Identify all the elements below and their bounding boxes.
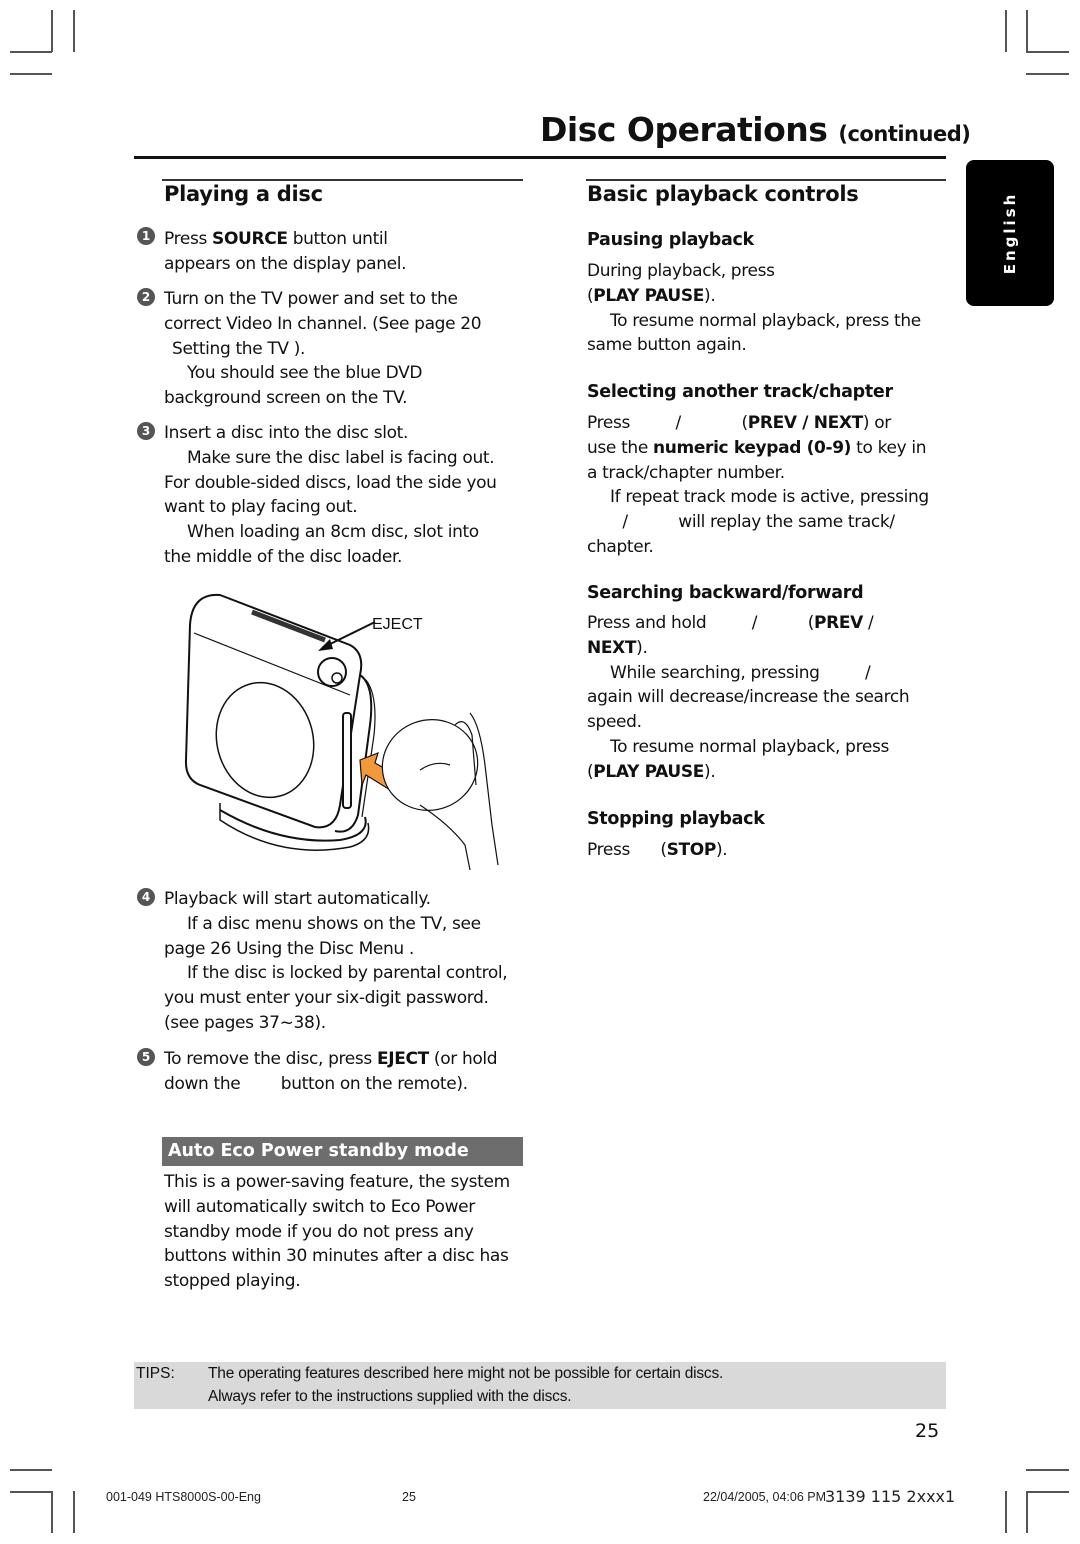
- step-line: (see pages 37~38).: [164, 1012, 326, 1033]
- subheading-stopping: Stopping playback: [587, 809, 765, 829]
- step-line: the middle of the disc loader.: [164, 546, 403, 567]
- section-divider: [162, 179, 523, 181]
- step-line: correct Video In channel. (See page 20: [164, 313, 482, 334]
- step-line: Make sure the disc label is facing out.: [187, 447, 495, 468]
- step-number-3: 3: [137, 422, 155, 440]
- step-line: you must enter your six-digit password.: [164, 988, 489, 1009]
- step-line: For double-sided discs, load the side yo…: [164, 472, 497, 493]
- language-tab-label: English: [1001, 191, 1019, 275]
- step-line: background screen on the TV.: [164, 388, 408, 409]
- tips-box: TIPS: The operating features described h…: [134, 1362, 946, 1409]
- footer-datetime: 22/04/2005, 04:06 PM: [703, 1490, 827, 1504]
- step-line: want to play facing out.: [164, 497, 358, 518]
- page-number: 25: [915, 1420, 940, 1442]
- stopping-text: Press (STOP).: [587, 840, 728, 860]
- footer-code: 3139 115 2xxx1: [825, 1487, 956, 1506]
- step-line: Insert a disc into the disc slot.: [164, 423, 408, 443]
- language-tab: English: [966, 160, 1054, 306]
- tips-line: The operating features described here mi…: [208, 1365, 724, 1382]
- title-divider: [134, 156, 946, 159]
- selecting-track-text: Press / (PREV / NEXT) or use the numeric…: [587, 413, 929, 557]
- step-number-1: 1: [137, 227, 155, 245]
- step-line: Setting the TV ).: [172, 338, 306, 359]
- page-title-main: Disc Operations: [540, 110, 828, 149]
- eco-mode-text: This is a power-saving feature, the syst…: [164, 1172, 510, 1292]
- hand-icon: [469, 712, 499, 866]
- pausing-text: During playback, press (PLAY PAUSE). To …: [587, 261, 921, 356]
- section-heading-basic-playback: Basic playback controls: [587, 182, 859, 206]
- searching-text: Press and hold / (PREV / NEXT). While se…: [587, 613, 910, 782]
- step-line: appears on the display panel.: [164, 253, 407, 274]
- footer-file: 001-049 HTS8000S-00-Eng: [106, 1490, 261, 1504]
- step-line: Turn on the TV power and set to the: [164, 289, 458, 309]
- step-line: page 26 Using the Disc Menu .: [164, 938, 414, 959]
- eject-button: [317, 657, 347, 687]
- step-line: To remove the disc, press EJECT (or hold: [164, 1049, 498, 1069]
- footer-page: 25: [402, 1490, 416, 1504]
- step-line: Press SOURCE button until: [164, 229, 388, 249]
- step-number-2: 2: [137, 288, 155, 306]
- step-line: Playback will start automatically.: [164, 889, 431, 909]
- step-line: If the disc is locked by parental contro…: [187, 963, 508, 984]
- section-divider: [586, 179, 946, 181]
- step-1: Press SOURCE button until appears on the…: [164, 227, 407, 277]
- section-heading-playing-disc: Playing a disc: [164, 182, 323, 206]
- page-title: Disc Operations (continued): [540, 110, 971, 149]
- step-line: When loading an 8cm disc, slot into: [187, 522, 479, 543]
- page-title-suffix: (continued): [838, 122, 971, 146]
- subheading-pausing: Pausing playback: [587, 230, 754, 250]
- step-number-5: 5: [137, 1048, 155, 1066]
- subheading-selecting-track: Selecting another track/chapter: [587, 382, 893, 402]
- eco-mode-heading: Auto Eco Power standby mode: [162, 1137, 523, 1166]
- step-4: Playback will start automatically. If a …: [164, 887, 508, 1036]
- step-line: down the button on the remote).: [164, 1073, 468, 1094]
- side-disc-slot: [342, 712, 352, 809]
- tips-label: TIPS:: [136, 1365, 175, 1382]
- disc-insert-illustration: EJECT: [184, 593, 499, 870]
- eject-label: EJECT: [372, 616, 423, 633]
- step-3: Insert a disc into the disc slot. Make s…: [164, 421, 497, 570]
- step-line: You should see the blue DVD: [187, 363, 423, 384]
- step-5: To remove the disc, press EJECT (or hold…: [164, 1047, 498, 1097]
- subheading-searching: Searching backward/forward: [587, 583, 864, 603]
- step-line: If a disc menu shows on the TV, see: [187, 913, 481, 934]
- step-2: Turn on the TV power and set to the corr…: [164, 287, 482, 411]
- tips-line: Always refer to the instructions supplie…: [208, 1388, 572, 1405]
- step-number-4: 4: [137, 888, 155, 906]
